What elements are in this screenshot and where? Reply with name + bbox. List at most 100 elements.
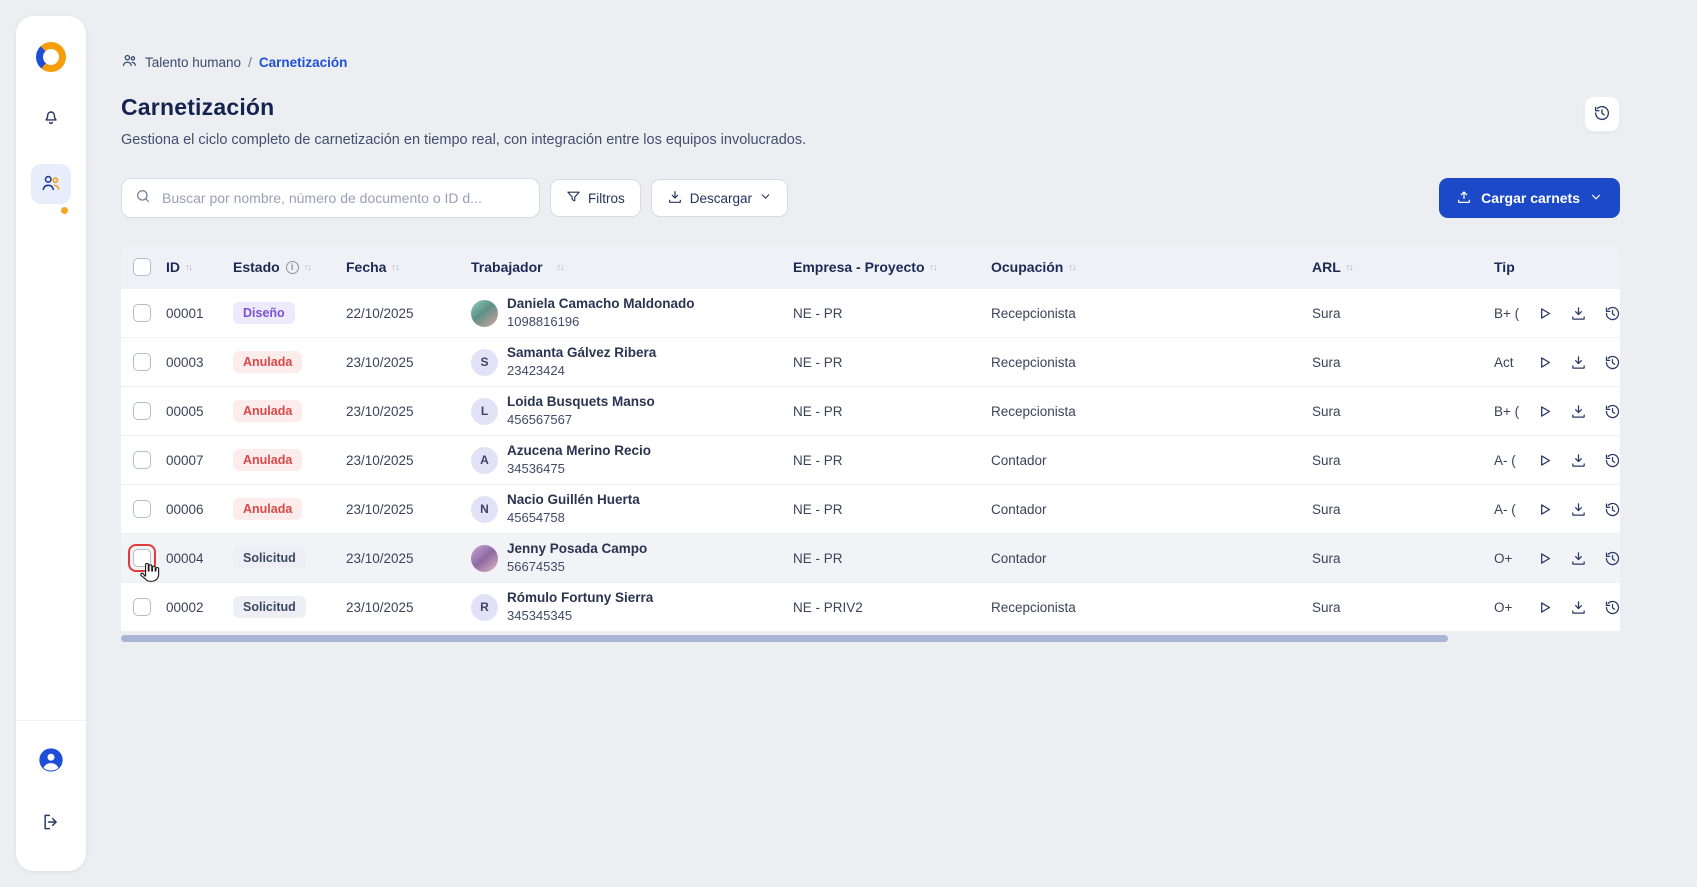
header-empresa-proyecto: Empresa - Proyecto <box>793 259 925 275</box>
scrollbar-thumb[interactable] <box>121 635 1448 642</box>
row-id: 00004 <box>166 551 233 566</box>
avatar: R <box>471 594 498 621</box>
app-logo-icon[interactable] <box>36 42 66 72</box>
history-button[interactable] <box>1584 96 1620 132</box>
table-row: 00006 Anulada 23/10/2025 N Nacio Guillén… <box>121 485 1620 534</box>
header-trabajador: Trabajador <box>471 259 543 275</box>
download-action-button[interactable] <box>1567 449 1589 471</box>
row-occupation: Recepcionista <box>991 306 1312 321</box>
row-date: 23/10/2025 <box>346 404 471 419</box>
search-input[interactable] <box>160 189 526 207</box>
row-company-project: NE - PRIV2 <box>793 600 991 615</box>
row-arl: Sura <box>1312 355 1494 370</box>
row-occupation: Recepcionista <box>991 355 1312 370</box>
row-checkbox[interactable] <box>133 402 151 420</box>
sort-icon[interactable]: ↑↓ <box>185 262 192 272</box>
history-action-button[interactable] <box>1601 351 1623 373</box>
download-action-button[interactable] <box>1567 302 1589 324</box>
search-icon <box>135 188 151 209</box>
breadcrumb-separator: / <box>248 55 252 70</box>
status-badge: Solicitud <box>233 547 306 569</box>
download-action-button[interactable] <box>1567 596 1589 618</box>
play-action-button[interactable] <box>1533 351 1555 373</box>
carnets-table: ID ↑↓ Estado i ↑↓ Fecha ↑↓ Trabajador ↑↓ <box>121 245 1620 642</box>
notifications-button[interactable] <box>31 98 71 138</box>
filter-icon <box>566 189 581 207</box>
row-arl: Sura <box>1312 404 1494 419</box>
header-arl: ARL <box>1312 259 1341 275</box>
avatar <box>471 300 498 327</box>
upload-carnets-button[interactable]: Cargar carnets <box>1439 178 1620 218</box>
worker-name: Azucena Merino Recio <box>507 443 651 460</box>
play-action-button[interactable] <box>1533 400 1555 422</box>
table-row: 00005 Anulada 23/10/2025 L Loida Busquet… <box>121 387 1620 436</box>
row-checkbox[interactable] <box>133 549 151 567</box>
worker-document: 23423424 <box>507 363 656 379</box>
worker-document: 456567567 <box>507 412 655 428</box>
history-icon <box>1593 104 1611 125</box>
row-id: 00003 <box>166 355 233 370</box>
sort-icon[interactable]: ↑↓ <box>557 262 564 272</box>
breadcrumb-current[interactable]: Carnetización <box>259 55 348 70</box>
play-action-button[interactable] <box>1533 449 1555 471</box>
row-arl: Sura <box>1312 600 1494 615</box>
sort-icon[interactable]: ↑↓ <box>304 262 311 272</box>
history-action-button[interactable] <box>1601 400 1623 422</box>
history-action-button[interactable] <box>1601 498 1623 520</box>
download-action-button[interactable] <box>1567 351 1589 373</box>
download-action-button[interactable] <box>1567 498 1589 520</box>
avatar <box>471 545 498 572</box>
play-action-button[interactable] <box>1533 596 1555 618</box>
row-id: 00007 <box>166 453 233 468</box>
table-row: 00007 Anulada 23/10/2025 A Azucena Merin… <box>121 436 1620 485</box>
download-action-button[interactable] <box>1567 400 1589 422</box>
row-date: 22/10/2025 <box>346 306 471 321</box>
status-badge: Diseño <box>233 302 295 324</box>
history-action-button[interactable] <box>1601 449 1623 471</box>
row-checkbox[interactable] <box>133 451 151 469</box>
worker-document: 345345345 <box>507 608 653 624</box>
row-id: 00002 <box>166 600 233 615</box>
play-action-button[interactable] <box>1533 547 1555 569</box>
row-company-project: NE - PR <box>793 551 991 566</box>
row-company-project: NE - PR <box>793 453 991 468</box>
info-icon[interactable]: i <box>286 261 299 274</box>
avatar: S <box>471 349 498 376</box>
filters-button[interactable]: Filtros <box>550 179 641 217</box>
bell-icon <box>41 107 61 130</box>
row-checkbox[interactable] <box>133 598 151 616</box>
sort-icon[interactable]: ↑↓ <box>391 262 398 272</box>
history-action-button[interactable] <box>1601 302 1623 324</box>
worker-name: Loida Busquets Manso <box>507 394 655 411</box>
download-action-button[interactable] <box>1567 547 1589 569</box>
sort-icon[interactable]: ↑↓ <box>1346 262 1353 272</box>
sort-icon[interactable]: ↑↓ <box>1068 262 1075 272</box>
page-header: Carnetización Gestiona el ciclo completo… <box>121 94 1620 148</box>
history-action-button[interactable] <box>1601 547 1623 569</box>
play-action-button[interactable] <box>1533 498 1555 520</box>
row-checkbox[interactable] <box>133 304 151 322</box>
table-row: 00004 Solicitud 23/10/2025 Jenny Posada … <box>121 534 1620 583</box>
row-checkbox[interactable] <box>133 353 151 371</box>
history-action-button[interactable] <box>1601 596 1623 618</box>
avatar: N <box>471 496 498 523</box>
sidebar-footer <box>16 720 86 843</box>
sidebar-item-talento-humano[interactable] <box>31 164 71 204</box>
row-checkbox[interactable] <box>133 500 151 518</box>
header-id: ID <box>166 259 180 275</box>
profile-button[interactable] <box>31 741 71 781</box>
play-action-button[interactable] <box>1533 302 1555 324</box>
row-company-project: NE - PR <box>793 306 991 321</box>
select-all-checkbox[interactable] <box>133 258 151 276</box>
row-company-project: NE - PR <box>793 404 991 419</box>
notification-dot <box>61 207 68 214</box>
logout-button[interactable] <box>31 803 71 843</box>
breadcrumb-parent[interactable]: Talento humano <box>145 55 241 70</box>
checkbox-wrap <box>133 353 151 371</box>
header-ocupacion: Ocupación <box>991 259 1063 275</box>
download-button[interactable]: Descargar <box>651 179 788 217</box>
row-date: 23/10/2025 <box>346 600 471 615</box>
worker-document: 45654758 <box>507 510 640 526</box>
row-type: A- ( <box>1494 502 1529 517</box>
sort-icon[interactable]: ↑↓ <box>930 262 937 272</box>
